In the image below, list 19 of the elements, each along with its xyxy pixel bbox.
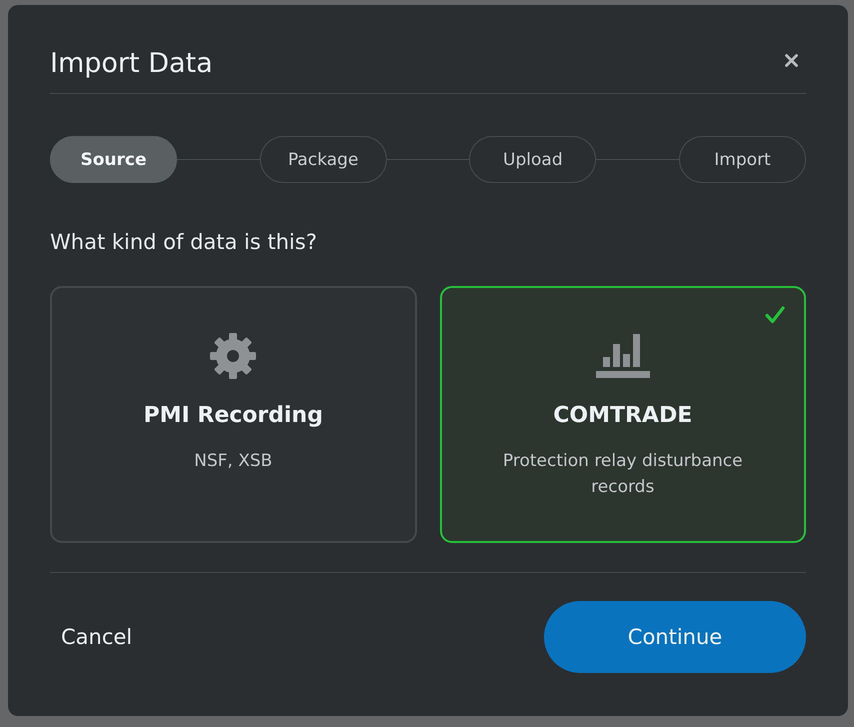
bar-chart-icon (596, 334, 650, 378)
step-indicator: Upload (469, 136, 596, 183)
step-indicator: Import (679, 136, 806, 183)
step-indicator: Source (50, 136, 177, 183)
option-card[interactable]: COMTRADE Protection relay disturbance records (440, 286, 806, 543)
option-title: PMI Recording (144, 402, 323, 430)
question-heading: What kind of data is this? (50, 229, 318, 256)
check-icon (765, 306, 785, 324)
continue-button[interactable]: Continue (544, 601, 806, 673)
step-indicator: Package (260, 136, 387, 183)
gear-icon (210, 333, 256, 379)
option-card[interactable]: PMI Recording NSF, XSB (50, 286, 416, 543)
dialog-title: Import Data (50, 47, 213, 81)
option-title: COMTRADE (553, 402, 692, 430)
option-description: NSF, XSB (194, 450, 272, 473)
close-icon (785, 54, 798, 66)
close-button[interactable] (785, 54, 798, 66)
option-description: Protection relay disturbance records (502, 450, 744, 499)
cancel-button[interactable]: Cancel (50, 601, 144, 673)
